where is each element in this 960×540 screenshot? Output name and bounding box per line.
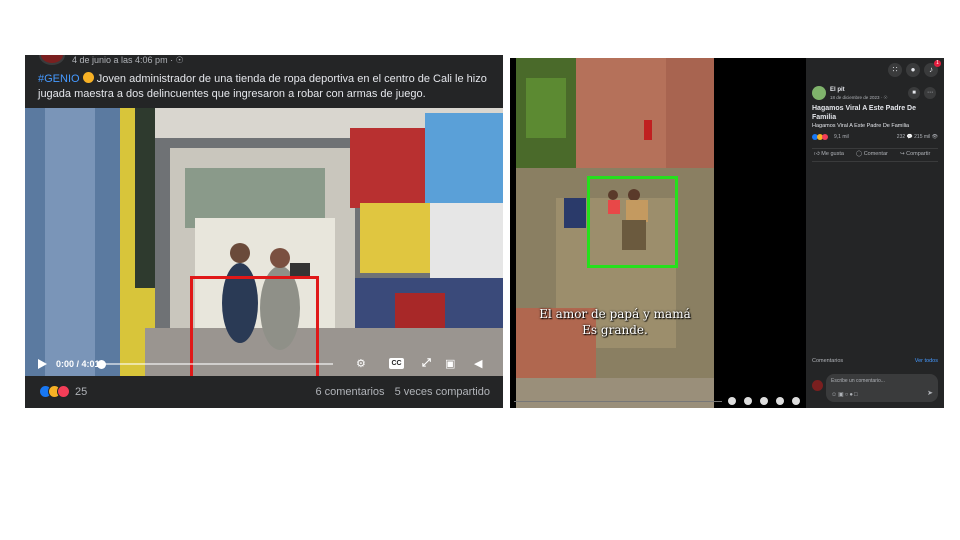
cc-button[interactable]: CC	[389, 358, 404, 369]
video-subtitles: El amor de papá y mamá Es grande.	[516, 306, 714, 338]
page: 4 de junio a las 4:06 pm · ☉ #GENIO Jove…	[0, 0, 960, 540]
love-icon	[57, 385, 70, 398]
engagement-row: 9,1 mil 232 💬 215 mil 👁	[812, 133, 938, 143]
play-icon[interactable]	[38, 359, 47, 369]
save-icon[interactable]: ■	[908, 87, 920, 99]
fullscreen-icon[interactable]: ⤢	[422, 357, 431, 370]
video-sidebar: ∷ ● ♪ 1 El pit 18 de diciembre de 2023 · …	[806, 58, 944, 408]
globe-icon: ☉	[175, 55, 184, 65]
highlight-box-green	[587, 176, 678, 268]
comment-input[interactable]: Escribe un comentario... ☺▣○●□ ➤	[826, 374, 938, 402]
love-icon	[822, 134, 828, 140]
progress-bar[interactable]	[101, 363, 333, 365]
comment-tools: ☺▣○●□	[831, 392, 859, 398]
fullscreen-icon[interactable]	[776, 397, 784, 405]
caption-text: Joven administrador de una tienda de rop…	[38, 73, 487, 100]
settings-ring-icon[interactable]	[728, 397, 736, 405]
gear-icon[interactable]	[744, 397, 752, 405]
like-label: Me gusta	[821, 151, 844, 157]
page-avatar[interactable]	[812, 86, 826, 100]
video-player[interactable]: El amor de papá y mamá Es grande.	[510, 58, 806, 408]
page-avatar[interactable]	[39, 55, 65, 65]
video-player[interactable]: 0:00 / 4:01 ⚙ CC ⤢ ▣ ◀	[25, 108, 503, 376]
bell-icon[interactable]: ♪ 1	[924, 60, 941, 77]
grid-icon[interactable]: ∷	[888, 63, 902, 77]
post-subtitle: Hagamos Viral A Este Padre De Familia	[812, 123, 910, 129]
reactions-count[interactable]: 9,1 mil	[834, 134, 849, 140]
share-button[interactable]: ↪ Compartir	[900, 151, 930, 157]
progress-bar[interactable]	[514, 401, 722, 402]
messenger-icon[interactable]: ●	[906, 63, 920, 77]
see-all-link[interactable]: Ver todos	[915, 358, 938, 364]
comment-label: Comentar	[863, 151, 888, 157]
post-caption: #GENIO Joven administrador de una tienda…	[38, 72, 493, 101]
video-controls	[510, 392, 806, 408]
comments-link[interactable]: 6 comentarios	[315, 386, 384, 398]
reactions-summary[interactable]: 25	[39, 385, 87, 398]
pip-icon[interactable]	[760, 397, 768, 405]
right-post: El amor de papá y mamá Es grande. ∷ ● ♪ 1…	[510, 58, 944, 408]
reactions-count: 25	[75, 385, 88, 398]
globe-icon: ☉	[883, 95, 888, 100]
post-meta: 4 de junio a las 4:06 pm · ☉	[72, 55, 184, 66]
left-post: 4 de junio a las 4:06 pm · ☉ #GENIO Jove…	[25, 55, 503, 408]
post-date-text[interactable]: 18 de diciembre de 2023 ·	[830, 95, 884, 100]
pip-icon[interactable]: ▣	[445, 357, 455, 370]
engagement-counts: 6 comentarios 5 veces compartido	[315, 386, 490, 398]
post-date: 18 de diciembre de 2023 · ☉	[830, 95, 888, 101]
like-button[interactable]: 👍︎ Me gusta	[814, 151, 844, 157]
video-time: 0:00 / 4:01	[56, 359, 100, 369]
progress-knob[interactable]	[97, 360, 106, 369]
subtitle-line-2: Es grande.	[582, 323, 648, 337]
volume-icon[interactable]: ◀	[474, 357, 482, 370]
comment-placeholder: Escribe un comentario...	[831, 378, 885, 384]
top-nav-icons: ∷ ● ♪ 1	[888, 60, 941, 77]
hashtag-link[interactable]: #GENIO	[38, 73, 80, 85]
user-avatar	[812, 380, 823, 391]
page-name[interactable]: El pit	[830, 87, 845, 93]
notification-badge: 1	[934, 60, 941, 67]
post-footer: 25 6 comentarios 5 veces compartido	[25, 376, 503, 408]
volume-icon[interactable]	[792, 397, 800, 405]
shares-link[interactable]: 5 veces compartido	[395, 386, 490, 398]
send-icon[interactable]: ➤	[927, 389, 933, 397]
subtitle-line-1: El amor de papá y mamá	[539, 307, 691, 321]
comments-header: Comentarios Ver todos	[812, 358, 938, 364]
comment-button[interactable]: ◯ Comentar	[856, 151, 888, 157]
gear-icon[interactable]: ⚙	[356, 357, 366, 370]
emoji-icon	[82, 72, 94, 83]
comments-views-count[interactable]: 232 💬 215 mil 👁	[897, 134, 938, 140]
share-label: Compartir	[906, 151, 931, 157]
post-date[interactable]: 4 de junio a las 4:06 pm ·	[72, 55, 176, 65]
video-controls: 0:00 / 4:01 ⚙ CC ⤢ ▣ ◀	[25, 352, 503, 376]
action-bar: 👍︎ Me gusta ◯ Comentar ↪ Compartir	[812, 148, 938, 162]
post-title: Hagamos Viral A Este Padre De Familia	[812, 105, 917, 121]
more-icon[interactable]: ⋯	[924, 87, 936, 99]
comments-title: Comentarios	[812, 358, 844, 364]
